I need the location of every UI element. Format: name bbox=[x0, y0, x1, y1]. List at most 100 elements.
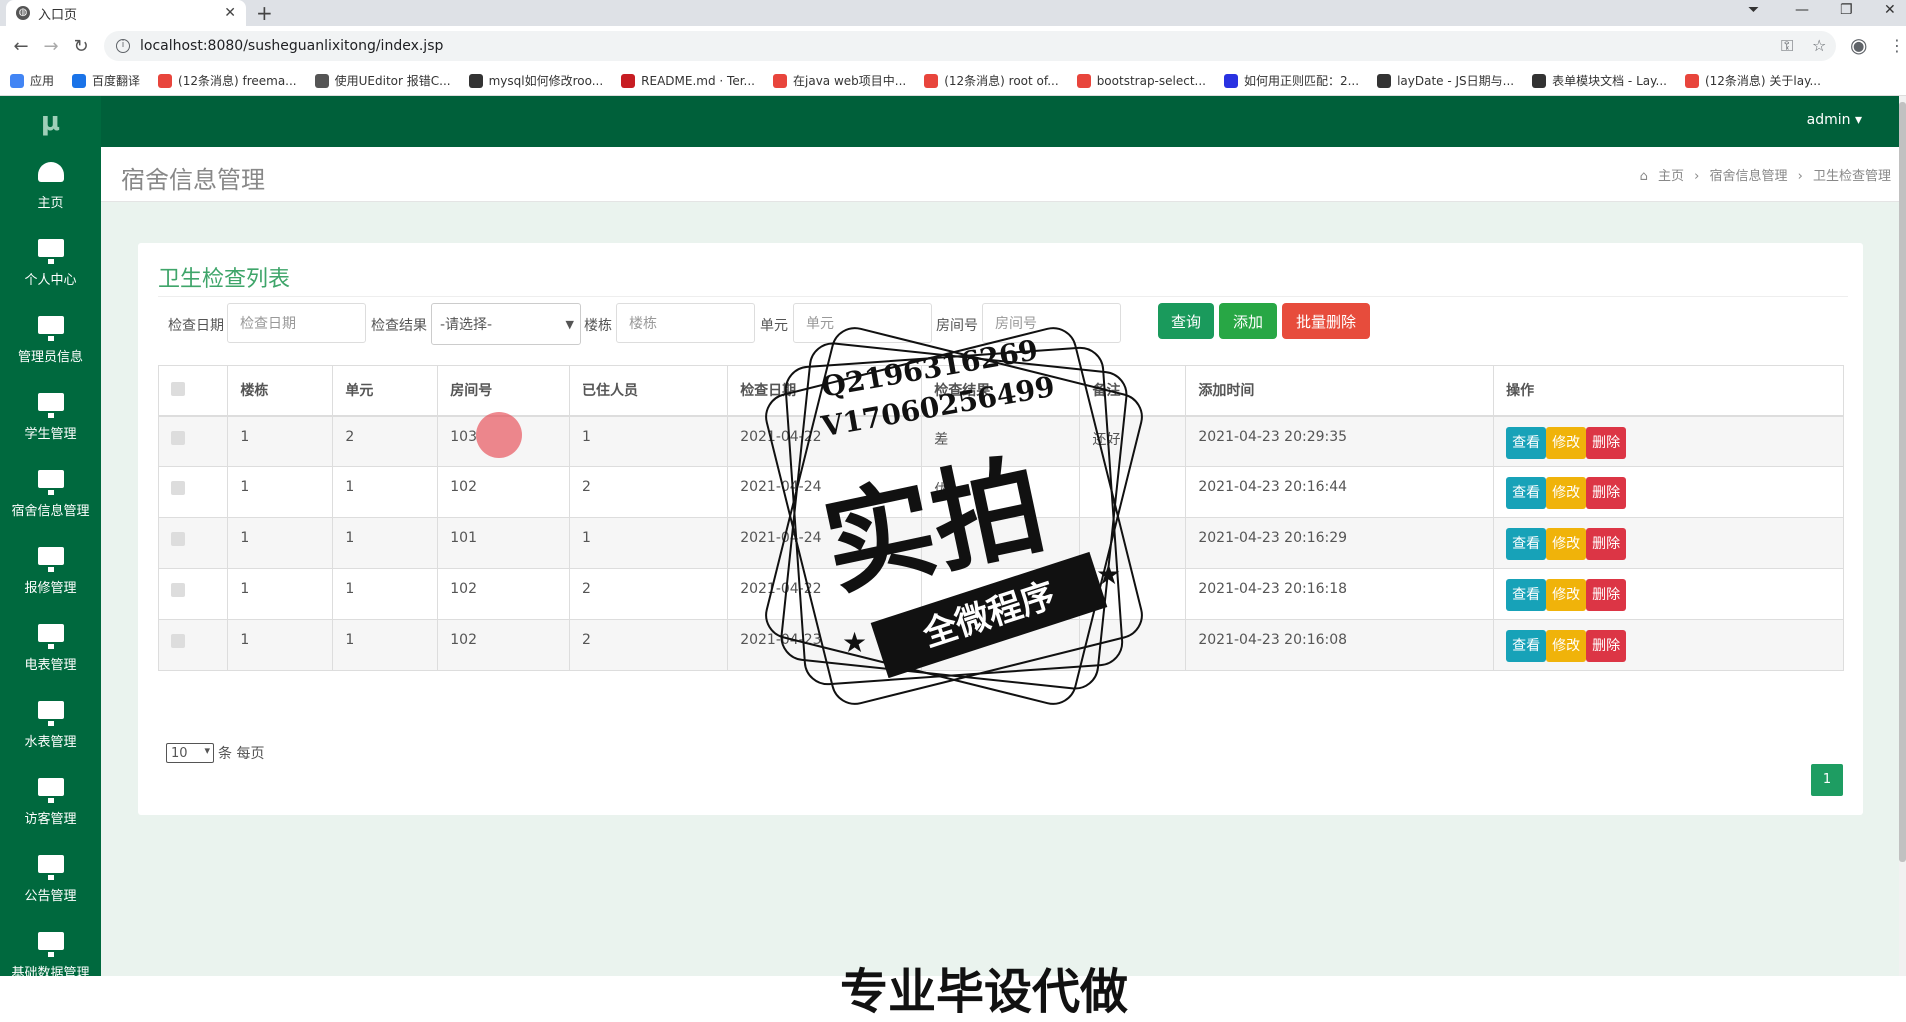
sidebar-item[interactable]: 个人中心 bbox=[0, 225, 101, 302]
url-field[interactable]: i localhost:8080/susheguanlixitong/index… bbox=[104, 31, 1836, 61]
sidebar-item[interactable]: 学生管理 bbox=[0, 379, 101, 456]
star-icon[interactable]: ☆ bbox=[1812, 36, 1826, 55]
breadcrumb-separator: › bbox=[1797, 169, 1803, 184]
bookmark-item[interactable]: 使用UEditor 报错C... bbox=[314, 72, 451, 89]
sidebar-item[interactable]: 水表管理 bbox=[0, 687, 101, 764]
table-cell: 2021-04-23 20:16:44 bbox=[1185, 466, 1495, 518]
result-select[interactable]: -请选择- ▼ bbox=[431, 303, 581, 345]
column-header: 楼栋 bbox=[227, 365, 334, 417]
bookmark-label: 百度翻译 bbox=[92, 74, 141, 88]
row-checkbox[interactable] bbox=[171, 634, 185, 648]
query-button[interactable]: 查询 bbox=[1158, 303, 1214, 339]
bookmark-item[interactable]: 在java web项目中... bbox=[773, 72, 906, 89]
bookmark-label: 如何用正则匹配：2... bbox=[1243, 74, 1360, 88]
back-icon[interactable]: ← bbox=[12, 36, 30, 57]
bookmark-item[interactable]: (12条消息) 关于lay... bbox=[1684, 72, 1821, 89]
sidebar-item[interactable]: 管理员信息 bbox=[0, 302, 101, 379]
view-button[interactable]: 查看 bbox=[1506, 630, 1547, 662]
batch-delete-button[interactable]: 批量删除 bbox=[1282, 303, 1370, 339]
sidebar-item[interactable]: 电表管理 bbox=[0, 610, 101, 687]
room-input[interactable]: 房间号 bbox=[982, 303, 1121, 343]
delete-button[interactable]: 删除 bbox=[1586, 528, 1627, 560]
table-cell: 1 bbox=[568, 415, 729, 467]
delete-button[interactable]: 删除 bbox=[1586, 426, 1627, 459]
sidebar-item[interactable]: 报修管理 bbox=[0, 533, 101, 610]
table-cell: 102 bbox=[437, 619, 570, 671]
sidebar-item-label: 公告管理 bbox=[24, 889, 77, 904]
delete-button[interactable]: 删除 bbox=[1586, 477, 1627, 509]
user-menu[interactable]: admin ▾ bbox=[1807, 112, 1862, 128]
bookmark-item[interactable]: mysql如何修改roo... bbox=[468, 72, 603, 89]
sidebar-item-label: 访客管理 bbox=[24, 812, 77, 827]
app-logo: μ bbox=[40, 107, 61, 137]
sidebar-item[interactable]: 公告管理 bbox=[0, 841, 101, 918]
edit-button[interactable]: 修改 bbox=[1546, 630, 1587, 662]
minimize-icon[interactable]: — bbox=[1795, 2, 1809, 18]
row-checkbox[interactable] bbox=[171, 532, 185, 546]
edit-button[interactable]: 修改 bbox=[1546, 477, 1587, 509]
restore-icon[interactable]: ❐ bbox=[1840, 2, 1853, 18]
add-button[interactable]: 添加 bbox=[1219, 303, 1277, 339]
table-cell: 2021-04-23 20:16:29 bbox=[1185, 517, 1495, 569]
building-input[interactable]: 楼栋 bbox=[616, 303, 755, 343]
page-scrollbar[interactable] bbox=[1899, 96, 1906, 976]
edit-button[interactable]: 修改 bbox=[1546, 528, 1587, 560]
row-select-cell bbox=[157, 568, 229, 620]
page-size-select[interactable]: 10 bbox=[166, 743, 214, 763]
new-tab-icon[interactable]: + bbox=[256, 1, 273, 25]
edit-button[interactable]: 修改 bbox=[1546, 426, 1587, 459]
tab-title: 入口页 bbox=[38, 7, 78, 23]
sidebar-item[interactable]: 基础数据管理 bbox=[0, 918, 101, 995]
bookmark-item[interactable]: 如何用正则匹配：2... bbox=[1223, 72, 1360, 89]
table-cell: 101 bbox=[437, 517, 570, 569]
select-all-checkbox[interactable] bbox=[171, 382, 185, 397]
bookmark-item[interactable]: 百度翻译 bbox=[72, 72, 140, 89]
account-icon[interactable]: ◉ bbox=[1850, 33, 1867, 57]
browser-tab[interactable]: ◍ 入口页 ✕ bbox=[6, 0, 246, 26]
view-button[interactable]: 查看 bbox=[1506, 477, 1547, 509]
pagination-page-1[interactable]: 1 bbox=[1811, 764, 1843, 796]
bookmark-item[interactable]: bootstrap-select... bbox=[1076, 73, 1206, 88]
unit-input[interactable]: 单元 bbox=[793, 303, 932, 343]
bookmark-item[interactable]: (12条消息) freema... bbox=[158, 72, 297, 89]
scrollbar-thumb[interactable] bbox=[1899, 102, 1906, 862]
sidebar-item[interactable]: 主页 bbox=[0, 148, 101, 225]
reload-icon[interactable]: ↻ bbox=[72, 36, 90, 57]
site-info-icon[interactable]: i bbox=[116, 39, 130, 53]
date-input[interactable]: 检查日期 bbox=[227, 303, 366, 343]
row-checkbox[interactable] bbox=[171, 481, 185, 495]
sidebar-item[interactable]: 宿舍信息管理 bbox=[0, 456, 101, 533]
breadcrumb-section[interactable]: 宿舍信息管理 bbox=[1709, 169, 1787, 184]
page-header: 宿舍信息管理 ⌂ 主页 › 宿舍信息管理 › 卫生检查管理 bbox=[101, 147, 1899, 202]
row-checkbox[interactable] bbox=[171, 430, 185, 445]
table-cell: 1 bbox=[227, 466, 334, 518]
row-checkbox[interactable] bbox=[171, 583, 185, 597]
close-icon[interactable]: ✕ bbox=[224, 5, 236, 21]
view-button[interactable]: 查看 bbox=[1506, 579, 1547, 611]
row-select-cell bbox=[157, 619, 229, 671]
table-cell: 1 bbox=[332, 517, 439, 569]
bookmark-item[interactable]: layDate - JS日期与... bbox=[1377, 72, 1514, 89]
bookmark-item[interactable]: (12条消息) root of... bbox=[924, 72, 1059, 89]
bookmark-item[interactable]: 表单模块文档 - Lay... bbox=[1532, 72, 1667, 89]
bookmark-item[interactable]: README.md · Ter... bbox=[621, 73, 755, 88]
bookmark-item[interactable]: 应用 bbox=[10, 72, 54, 89]
forward-icon[interactable]: → bbox=[42, 36, 60, 57]
breadcrumb-home[interactable]: 主页 bbox=[1658, 169, 1684, 184]
key-icon[interactable]: ⚿ bbox=[1781, 36, 1793, 56]
view-button[interactable]: 查看 bbox=[1506, 528, 1547, 560]
delete-button[interactable]: 删除 bbox=[1586, 579, 1627, 611]
delete-button[interactable]: 删除 bbox=[1586, 630, 1627, 662]
result-label: 检查结果 bbox=[371, 318, 427, 334]
sidebar-item-label: 个人中心 bbox=[24, 273, 77, 288]
edit-button[interactable]: 修改 bbox=[1546, 579, 1587, 611]
breadcrumb-current: 卫生检查管理 bbox=[1812, 169, 1891, 184]
sidebar-item[interactable]: 访客管理 bbox=[0, 764, 101, 841]
content-area: 卫生检查列表 检查日期 检查日期 检查结果 -请选择- ▼ 楼栋 楼栋 单元 单元… bbox=[101, 202, 1899, 976]
profile-menu-icon[interactable]: ⏷ bbox=[1748, 2, 1759, 18]
view-button[interactable]: 查看 bbox=[1506, 426, 1547, 459]
table-cell: 1 bbox=[227, 517, 334, 569]
table-row: 1 1 101 1 2021-04-24 2021-04-23 20:16:29 查看 修改删… bbox=[157, 517, 1844, 569]
kebab-menu-icon[interactable]: ⋮ bbox=[1889, 36, 1905, 55]
window-close-icon[interactable]: ✕ bbox=[1884, 2, 1896, 18]
